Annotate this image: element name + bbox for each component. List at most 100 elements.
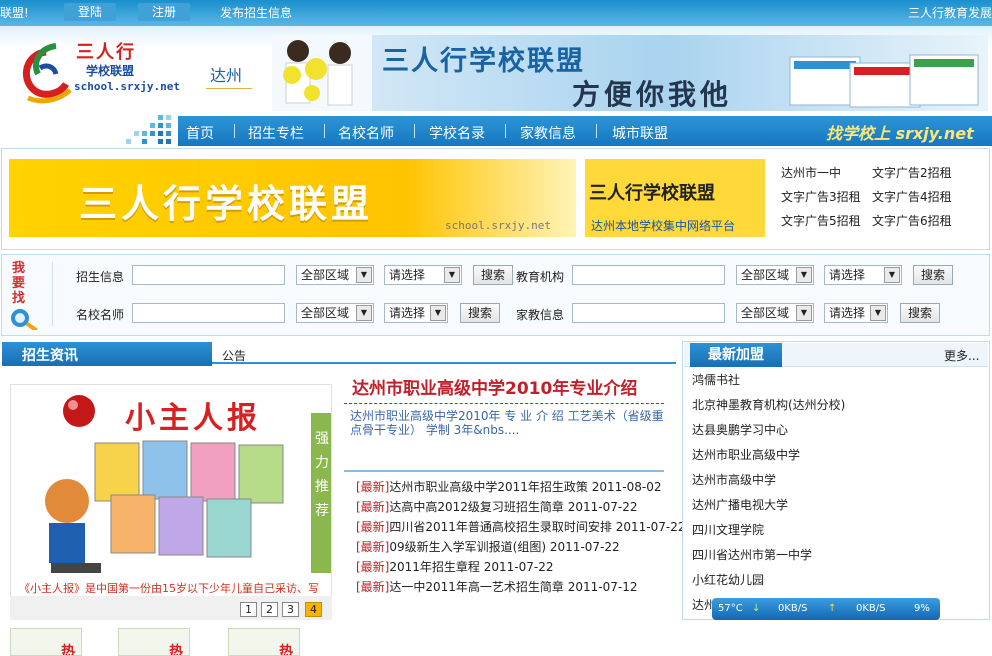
type-select-institutions[interactable]: 请选择 ▼ [824, 265, 902, 285]
latest-member-item[interactable]: 北京神墨教育机构(达州分校) [692, 396, 845, 413]
latest-member-item[interactable]: 小红花幼儿园 [692, 571, 764, 588]
latest-member-item[interactable]: 鸿儒书社 [692, 371, 740, 388]
promo-thumb-2[interactable]: 热 [118, 628, 190, 656]
publish-link[interactable]: 发布招生信息 [220, 4, 292, 21]
news-item[interactable]: [最新]2011年招生章程 2011-07-22 [356, 558, 554, 575]
search-badge-text: 我要找 [12, 261, 26, 306]
text-ad-4[interactable]: 文字广告4招租 [872, 188, 952, 205]
latest-members-tab[interactable]: 最新加盟 [690, 343, 782, 367]
promo-thumbnails: 热 热 热 [10, 628, 332, 656]
news-item-title: 四川省2011年普通高校招生录取时间安排 [389, 520, 612, 534]
top-bar-right-text[interactable]: 三人行教育发展 [908, 4, 992, 21]
type-select-admissions[interactable]: 请选择 ▼ [384, 265, 462, 285]
chevron-down-icon: ▼ [356, 267, 372, 283]
select-value: 全部区域 [741, 268, 790, 282]
area-select-admissions[interactable]: 全部区域 ▼ [296, 265, 374, 285]
promo-thumb-1[interactable]: 热 [10, 628, 82, 656]
website-screenshots-graphic [789, 54, 979, 108]
area-select-tutoring[interactable]: 全部区域 ▼ [736, 303, 814, 323]
top-banner-ad[interactable]: 三人行学校联盟 方便你我他 [272, 35, 988, 111]
news-item[interactable]: [最新]四川省2011年普通高校招生录取时间安排 2011-07-22 [356, 518, 686, 535]
type-select-tutoring[interactable]: 请选择 ▼ [824, 303, 888, 323]
search-button-institutions[interactable]: 搜索 [913, 265, 953, 285]
area-select-institutions[interactable]: 全部区域 ▼ [736, 265, 814, 285]
text-ad-1[interactable]: 达州市一中 [781, 164, 841, 181]
top-bar-left-text: 联盟! [0, 6, 29, 20]
logo-text: 三人行 [76, 42, 136, 63]
search-input-tutoring[interactable] [572, 303, 725, 323]
news-section-title: 招生资讯 [22, 348, 78, 364]
hot-label: 热 [169, 644, 183, 656]
pager-page-3[interactable]: 3 [282, 602, 299, 617]
select-value: 请选择 [829, 268, 866, 282]
notice-label[interactable]: 公告 [222, 347, 246, 364]
search-label-tutoring: 家教信息 [516, 308, 565, 322]
system-status-widget[interactable]: 57°C ↓ 0KB/S ↑ 0KB/S 9% [712, 598, 940, 620]
headline-divider [344, 403, 664, 404]
login-link[interactable]: 登陆 [64, 3, 116, 21]
text-ad-2[interactable]: 文字广告2招租 [872, 164, 952, 181]
news-item-title: 达一中2011年高一艺术招生简章 [389, 580, 564, 594]
select-value: 全部区域 [301, 306, 350, 320]
promo-thumb-3[interactable]: 热 [228, 628, 300, 656]
newspaper-covers-illustration [45, 440, 284, 573]
small-ad-banner[interactable]: 三人行学校联盟 达州本地学校集中网络平台 [585, 159, 765, 237]
news-item[interactable]: [最新]达州市职业高级中学2011年招生政策 2011-08-02 [356, 478, 662, 495]
promo-slideshow[interactable]: 小主人报 强力推荐 《小主人报》是中国第一份由15岁以下少年儿童自己采访、写稿、… [10, 384, 332, 620]
nav-separator [596, 124, 597, 138]
current-city[interactable]: 达州 [210, 62, 242, 86]
latest-member-item[interactable]: 达州市高级中学 [692, 471, 776, 488]
area-select-teachers[interactable]: 全部区域 ▼ [296, 303, 374, 323]
select-value: 请选择 [829, 306, 866, 320]
nav-separator [324, 124, 325, 138]
pager-page-1[interactable]: 1 [240, 602, 257, 617]
chevron-down-icon: ▼ [870, 305, 886, 321]
search-button-teachers[interactable]: 搜索 [460, 303, 500, 323]
news-item[interactable]: [最新]达高中高2012级复习班招生简章 2011-07-22 [356, 498, 638, 515]
nav-separator [234, 124, 235, 138]
news-item-title: 达高中高2012级复习班招生简章 [389, 500, 564, 514]
news-item[interactable]: [最新]达一中2011年高一艺术招生简章 2011-07-12 [356, 578, 638, 595]
text-ad-3[interactable]: 文字广告3招租 [781, 188, 861, 205]
latest-more-link[interactable]: 更多... [944, 347, 979, 364]
city-underline [206, 88, 252, 89]
nav-city-alliance[interactable]: 城市联盟 [612, 123, 668, 143]
search-divider [52, 262, 53, 326]
download-speed: 0KB/S [778, 603, 808, 614]
nav-famous-schools[interactable]: 名校名师 [338, 123, 394, 143]
latest-member-item[interactable]: 达州广播电视大学 [692, 496, 788, 513]
search-button-tutoring[interactable]: 搜索 [900, 303, 940, 323]
register-link[interactable]: 注册 [138, 3, 190, 21]
latest-member-item[interactable]: 达县奥鹏学习中心 [692, 421, 788, 438]
nav-home[interactable]: 首页 [186, 123, 214, 143]
search-label-institutions: 教育机构 [516, 270, 565, 284]
nav-slogan: 找学校上 srxjy.net [826, 124, 974, 143]
small-ad-subtitle: 达州本地学校集中网络平台 [591, 219, 736, 233]
big-ad-banner[interactable]: 三人行学校联盟 school.srxjy.net [9, 159, 576, 237]
nav-admissions[interactable]: 招生专栏 [248, 123, 304, 143]
pager-page-2[interactable]: 2 [261, 602, 278, 617]
news-item-tag: [最新] [356, 560, 390, 574]
logo-subtitle: 学校联盟 [86, 64, 135, 78]
nav-school-directory[interactable]: 学校名录 [429, 123, 485, 143]
headline-summary[interactable]: 达州市职业高级中学2010年 专 业 介 绍 工艺美术（省级重点骨干专业） 学制… [350, 409, 672, 437]
big-ad-title: 三人行学校联盟 [79, 182, 374, 226]
text-ad-6[interactable]: 文字广告6招租 [872, 212, 952, 229]
news-item-title: 达州市职业高级中学2011年招生政策 [389, 480, 588, 494]
latest-member-item[interactable]: 达州市职业高级中学 [692, 446, 800, 463]
type-select-teachers[interactable]: 请选择 ▼ [384, 303, 448, 323]
latest-member-item[interactable]: 四川文理学院 [692, 521, 764, 538]
latest-member-item[interactable]: 四川省达州市第一中学 [692, 546, 812, 563]
top-bar: 联盟! 登陆 注册 发布招生信息 三人行教育发展 [0, 0, 992, 26]
search-input-institutions[interactable] [572, 265, 725, 285]
red-ball-icon [63, 395, 95, 427]
headline-link[interactable]: 达州市职业高级中学2010年专业介绍 [352, 374, 637, 399]
search-input-admissions[interactable] [132, 265, 285, 285]
pager-page-4[interactable]: 4 [305, 602, 322, 617]
search-input-teachers[interactable] [132, 303, 285, 323]
nav-tutoring[interactable]: 家教信息 [520, 123, 576, 143]
text-ad-5[interactable]: 文字广告5招租 [781, 212, 861, 229]
search-button-admissions[interactable]: 搜索 [473, 265, 513, 285]
chevron-down-icon: ▼ [796, 267, 812, 283]
news-item[interactable]: [最新]09级新生入学军训报道(组图) 2011-07-22 [356, 538, 620, 555]
